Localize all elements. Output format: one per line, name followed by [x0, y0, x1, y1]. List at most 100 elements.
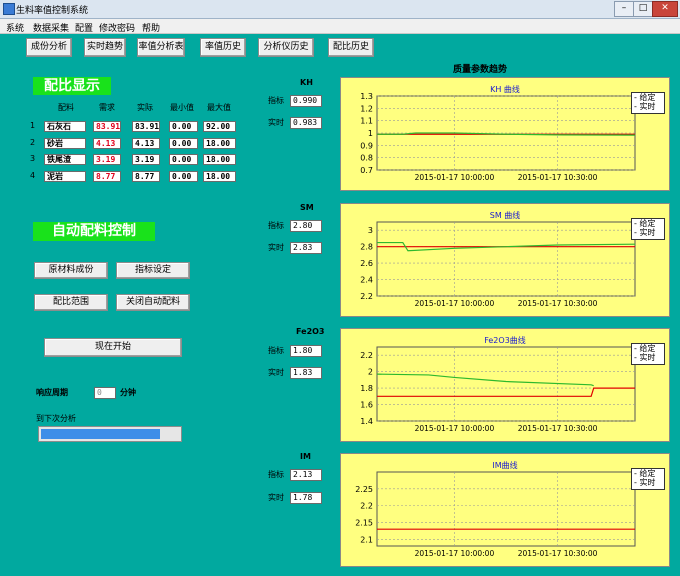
x-tick-label: 2015-01-17 10:00:00: [415, 173, 495, 182]
max-value[interactable]: 92.00: [203, 121, 236, 132]
plot-area: [376, 221, 636, 297]
chart-title: IM曲线: [492, 461, 518, 470]
chart-legend: - 给定 - 实时: [631, 92, 665, 114]
menu-bar: 系统 数据采集 配置 修改密码 帮助: [0, 19, 680, 34]
y-tick-label: 2: [368, 368, 373, 377]
y-tick-label: 0.8: [360, 154, 373, 163]
param-label-fe2o3: Fe2O3: [296, 327, 325, 336]
plot-area: [376, 471, 636, 547]
target-label-im: 指标: [268, 470, 284, 479]
min-value[interactable]: 0.00: [169, 121, 198, 132]
x-tick-label: 2015-01-17 10:00:00: [415, 424, 495, 433]
chart-title: Fe2O3曲线: [484, 336, 526, 345]
maximize-button[interactable]: □: [633, 1, 653, 17]
demand-value: 83.91: [93, 121, 121, 132]
chart-sm: 3 2.8 2.6 2.4 2.2 2015-01-17 10:00:00 2015-01-…: [340, 203, 670, 317]
menu-change-password[interactable]: 修改密码: [99, 21, 135, 34]
y-tick-label: 1.8: [360, 384, 373, 393]
trend-title: 质量参数趋势: [453, 65, 508, 75]
y-tick-label: 1.4: [360, 417, 373, 426]
target-label-sm: 指标: [268, 221, 284, 230]
close-button[interactable]: ✕: [652, 1, 678, 17]
y-tick-label: 2.4: [360, 276, 373, 285]
row-number: 4: [30, 171, 36, 180]
menu-help[interactable]: 帮助: [142, 21, 160, 34]
target-value-sm: 2.80: [290, 220, 322, 232]
max-value[interactable]: 18.00: [203, 154, 236, 165]
actual-value-kh: 0.983: [290, 117, 322, 129]
menu-config[interactable]: 配置: [75, 21, 93, 34]
actual-value: 83.91: [132, 121, 160, 132]
y-tick-label: 0.9: [360, 141, 373, 150]
ratio-history-button[interactable]: 率值历史: [200, 38, 246, 57]
x-tick-label: 2015-01-17 10:30:00: [518, 299, 598, 308]
title-bar: 生料率值控制系统 – □ ✕: [0, 0, 680, 19]
raw-material-composition-button[interactable]: 原材料成份: [34, 262, 108, 279]
composition-analysis-button[interactable]: 成份分析: [26, 38, 72, 57]
actual-value-im: 1.78: [290, 492, 322, 504]
legend-target: - 给定: [634, 219, 656, 228]
menu-data-acquisition[interactable]: 数据采集: [33, 21, 69, 34]
demand-value: 8.77: [93, 171, 121, 182]
y-tick-label: 1.6: [360, 401, 373, 410]
chart-legend: - 给定 - 实时: [631, 468, 665, 490]
demand-value: 4.13: [93, 138, 121, 149]
min-value[interactable]: 0.00: [169, 171, 198, 182]
legend-target: - 给定: [634, 344, 656, 353]
y-tick-label: 2.2: [360, 502, 373, 511]
header-min: 最小值: [170, 103, 194, 112]
material-name: 石灰石: [44, 121, 86, 132]
x-tick-label: 2015-01-17 10:30:00: [518, 549, 598, 558]
header-material: 配料: [58, 103, 74, 112]
legend-target: - 给定: [634, 469, 656, 478]
y-tick-label: 1.2: [360, 104, 373, 113]
material-name: 砂岩: [44, 138, 86, 149]
start-now-button[interactable]: 现在开始: [44, 338, 182, 357]
target-value-fe2o3: 1.80: [290, 345, 322, 357]
target-label-fe2o3: 指标: [268, 346, 284, 355]
max-value[interactable]: 18.00: [203, 138, 236, 149]
ratio-display-heading: 配比显示: [33, 77, 111, 95]
window-title: 生料率值控制系统: [16, 6, 89, 16]
y-tick-label: 2.25: [355, 485, 373, 494]
max-value[interactable]: 18.00: [203, 171, 236, 182]
chart-title: KH 曲线: [490, 85, 520, 94]
chart-legend: - 给定 - 实时: [631, 218, 665, 240]
legend-actual: - 实时: [634, 228, 656, 237]
x-tick-label: 2015-01-17 10:00:00: [415, 299, 495, 308]
y-tick-label: 2.6: [360, 259, 373, 268]
realtime-trend-button[interactable]: 实时趋势: [84, 38, 126, 57]
min-value[interactable]: 0.00: [169, 154, 198, 165]
demand-value: 3.19: [93, 154, 121, 165]
minimize-button[interactable]: –: [614, 1, 634, 17]
actual-value-fe2o3: 1.83: [290, 367, 322, 379]
series-line: [377, 387, 635, 397]
header-actual: 实际: [137, 103, 153, 112]
response-period-label: 响应周期: [36, 388, 68, 397]
target-setting-button[interactable]: 指标设定: [116, 262, 190, 279]
mix-history-button[interactable]: 配比历史: [328, 38, 374, 57]
auto-batching-heading: 自动配料控制: [33, 222, 155, 241]
ratio-analysis-table-button[interactable]: 率值分析表: [137, 38, 185, 57]
y-tick-label: 2.2: [360, 292, 373, 301]
legend-actual: - 实时: [634, 478, 656, 487]
row-number: 3: [30, 154, 36, 163]
app-icon: [3, 3, 15, 15]
x-tick-label: 2015-01-17 10:30:00: [518, 424, 598, 433]
param-label-sm: SM: [300, 203, 314, 212]
next-analysis-progress: [38, 426, 182, 442]
target-value-kh: 0.990: [290, 95, 322, 107]
actual-value: 3.19: [132, 154, 160, 165]
y-tick-label: 2.1: [360, 535, 373, 544]
y-tick-label: 0.7: [360, 166, 373, 175]
analyzer-history-button[interactable]: 分析仪历史: [258, 38, 314, 57]
menu-system[interactable]: 系统: [6, 21, 24, 34]
legend-actual: - 实时: [634, 102, 656, 111]
mix-range-button[interactable]: 配比范围: [34, 294, 108, 311]
param-label-im: IM: [300, 452, 311, 461]
response-period-input[interactable]: 0: [94, 387, 116, 399]
min-value[interactable]: 0.00: [169, 138, 198, 149]
y-tick-label: 1: [368, 129, 373, 138]
close-auto-batching-button[interactable]: 关闭自动配料: [116, 294, 190, 311]
chart-kh: 1.3 1.2 1.1 1 0.9 0.8 0.7 2015-01-17 10:00:00 20…: [340, 77, 670, 191]
